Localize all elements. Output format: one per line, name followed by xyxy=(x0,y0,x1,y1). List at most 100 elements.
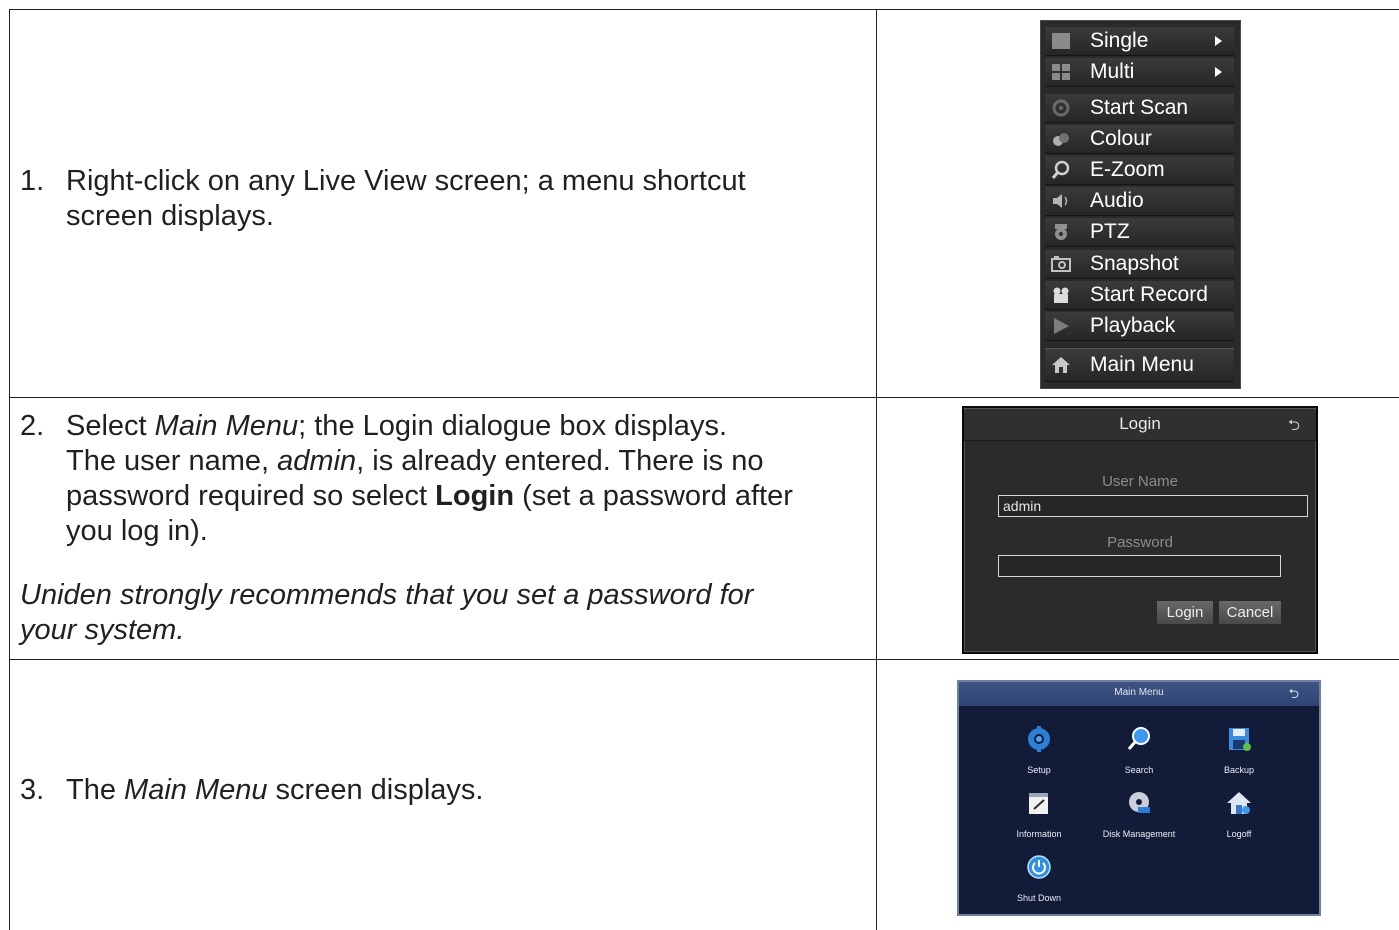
menu-item-start-record[interactable]: Start Record xyxy=(1045,281,1234,310)
bold-text: Login xyxy=(435,480,515,512)
menu-item-label: Playback xyxy=(1090,314,1176,337)
logoff-house-icon xyxy=(1227,792,1251,814)
table-row-divider xyxy=(9,397,1399,398)
snapshot-icon xyxy=(1051,256,1071,272)
dialog-title: Login xyxy=(964,410,1316,441)
table-border-top xyxy=(9,9,1399,10)
menu-item-label: PTZ xyxy=(1090,220,1130,243)
zoom-icon xyxy=(1051,160,1070,179)
step-number: 3. xyxy=(20,774,45,806)
menu-item-multi[interactable]: Multi xyxy=(1045,58,1234,87)
emphasis-text: Main Menu xyxy=(154,410,299,442)
text-run: The user name, xyxy=(66,445,278,477)
step-line: The Main Menu screen displays. xyxy=(66,773,484,808)
step-line: Select Main Menu; the Login dialogue box… xyxy=(66,409,793,444)
context-menu: Single Multi Start Scan Colour E-Zoom Au… xyxy=(1040,20,1241,389)
step-line: screen displays. xyxy=(66,200,274,232)
step-line: The user name, admin, is already entered… xyxy=(66,444,793,479)
shutdown-power-icon xyxy=(1027,855,1051,879)
main-menu-shut-down[interactable]: Shut Down xyxy=(989,854,1089,903)
setup-gear-icon xyxy=(1028,726,1050,752)
note-line: your system. xyxy=(20,614,185,646)
home-icon xyxy=(1052,357,1070,373)
step-number: 2. xyxy=(20,410,45,442)
main-menu-information[interactable]: Information xyxy=(989,790,1089,839)
menu-item-label: Colour xyxy=(1090,127,1152,150)
step-line: you log in). xyxy=(66,515,208,547)
submenu-arrow-icon xyxy=(1215,67,1222,77)
menu-item-label: Snapshot xyxy=(1090,252,1179,275)
menu-item-e-zoom[interactable]: E-Zoom xyxy=(1045,156,1234,185)
main-menu-window: Main Menu ⮌ Setup Search Backup Informat… xyxy=(957,680,1321,916)
menu-item-start-scan[interactable]: Start Scan xyxy=(1045,94,1234,123)
main-menu-item-label: Logoff xyxy=(1226,829,1252,839)
text-run: ; the Login dialogue box displays. xyxy=(298,410,727,442)
menu-item-label: Multi xyxy=(1090,60,1135,83)
backup-disk-icon xyxy=(1229,728,1251,751)
back-arrow-icon[interactable]: ⮌ xyxy=(1288,415,1300,440)
menu-item-label: Main Menu xyxy=(1090,353,1194,376)
main-menu-search[interactable]: Search xyxy=(1089,726,1189,775)
record-icon xyxy=(1053,287,1069,303)
menu-item-audio[interactable]: Audio xyxy=(1045,187,1234,216)
colour-icon xyxy=(1053,133,1069,146)
main-menu-logoff[interactable]: Logoff xyxy=(1189,790,1289,839)
login-button[interactable]: Login xyxy=(1156,600,1214,625)
menu-item-label: Start Record xyxy=(1090,283,1208,306)
text-run: (set a password after xyxy=(514,480,793,512)
cancel-button[interactable]: Cancel xyxy=(1218,600,1282,625)
search-icon xyxy=(1127,727,1150,750)
menu-item-playback[interactable]: Playback xyxy=(1045,312,1234,341)
disk-management-icon xyxy=(1129,792,1150,813)
text-run: screen displays. xyxy=(267,774,484,806)
note-line: Uniden strongly recommends that you set … xyxy=(20,579,754,611)
information-notepad-icon xyxy=(1029,793,1048,814)
main-menu-item-label: Shut Down xyxy=(1016,893,1062,903)
password-label: Password xyxy=(1107,534,1173,551)
emphasis-text: Main Menu xyxy=(124,774,268,806)
main-menu-item-label: Setup xyxy=(1027,765,1051,775)
multi-view-icon xyxy=(1052,64,1070,80)
main-menu-item-label: Disk Management xyxy=(1102,829,1176,839)
menu-item-single[interactable]: Single xyxy=(1045,27,1234,56)
menu-item-ptz[interactable]: PTZ xyxy=(1045,218,1234,247)
scan-icon xyxy=(1052,99,1070,117)
login-dialog: Login ⮌ User Name admin Password Login C… xyxy=(962,406,1318,654)
step-number: 1. xyxy=(20,165,45,197)
main-menu-body: Setup Search Backup Information Disk Man… xyxy=(959,706,1319,914)
main-menu-title-bar: Main Menu ⮌ xyxy=(959,682,1319,706)
main-menu-item-label: Backup xyxy=(1223,765,1255,775)
menu-item-main-menu[interactable]: Main Menu xyxy=(1045,348,1234,382)
password-field[interactable] xyxy=(998,555,1281,577)
menu-item-label: Audio xyxy=(1090,189,1144,212)
back-arrow-icon[interactable]: ⮌ xyxy=(1289,685,1299,707)
main-menu-disk-management[interactable]: Disk Management xyxy=(1089,790,1189,839)
text-run: The xyxy=(66,774,125,806)
table-border-left xyxy=(9,9,10,930)
table-column-divider xyxy=(876,9,877,930)
main-menu-title: Main Menu xyxy=(1114,687,1164,698)
user-name-field[interactable]: admin xyxy=(998,495,1308,517)
main-menu-item-label: Search xyxy=(1124,765,1154,775)
audio-icon xyxy=(1053,194,1068,208)
menu-item-snapshot[interactable]: Snapshot xyxy=(1045,250,1234,279)
emphasis-text: admin xyxy=(277,445,357,477)
main-menu-setup[interactable]: Setup xyxy=(989,726,1089,775)
text-run: password required so select xyxy=(66,480,436,512)
menu-item-label: E-Zoom xyxy=(1090,158,1165,181)
playback-icon xyxy=(1054,318,1069,334)
menu-item-label: Single xyxy=(1090,29,1149,52)
submenu-arrow-icon xyxy=(1215,36,1222,46)
step-line: Right-click on any Live View screen; a m… xyxy=(66,165,746,197)
step-line: password required so select Login (set a… xyxy=(66,479,793,514)
menu-item-colour[interactable]: Colour xyxy=(1045,125,1234,154)
menu-item-label: Start Scan xyxy=(1090,96,1189,119)
ptz-icon xyxy=(1055,224,1067,240)
text-run: , is already entered. There is no xyxy=(356,445,764,477)
single-view-icon xyxy=(1052,33,1070,49)
main-menu-item-label: Information xyxy=(1016,829,1062,839)
main-menu-backup[interactable]: Backup xyxy=(1189,726,1289,775)
table-row-divider xyxy=(9,659,1399,660)
user-name-label: User Name xyxy=(1102,473,1178,490)
password-recommendation-note: Uniden strongly recommends that you set … xyxy=(20,578,870,648)
